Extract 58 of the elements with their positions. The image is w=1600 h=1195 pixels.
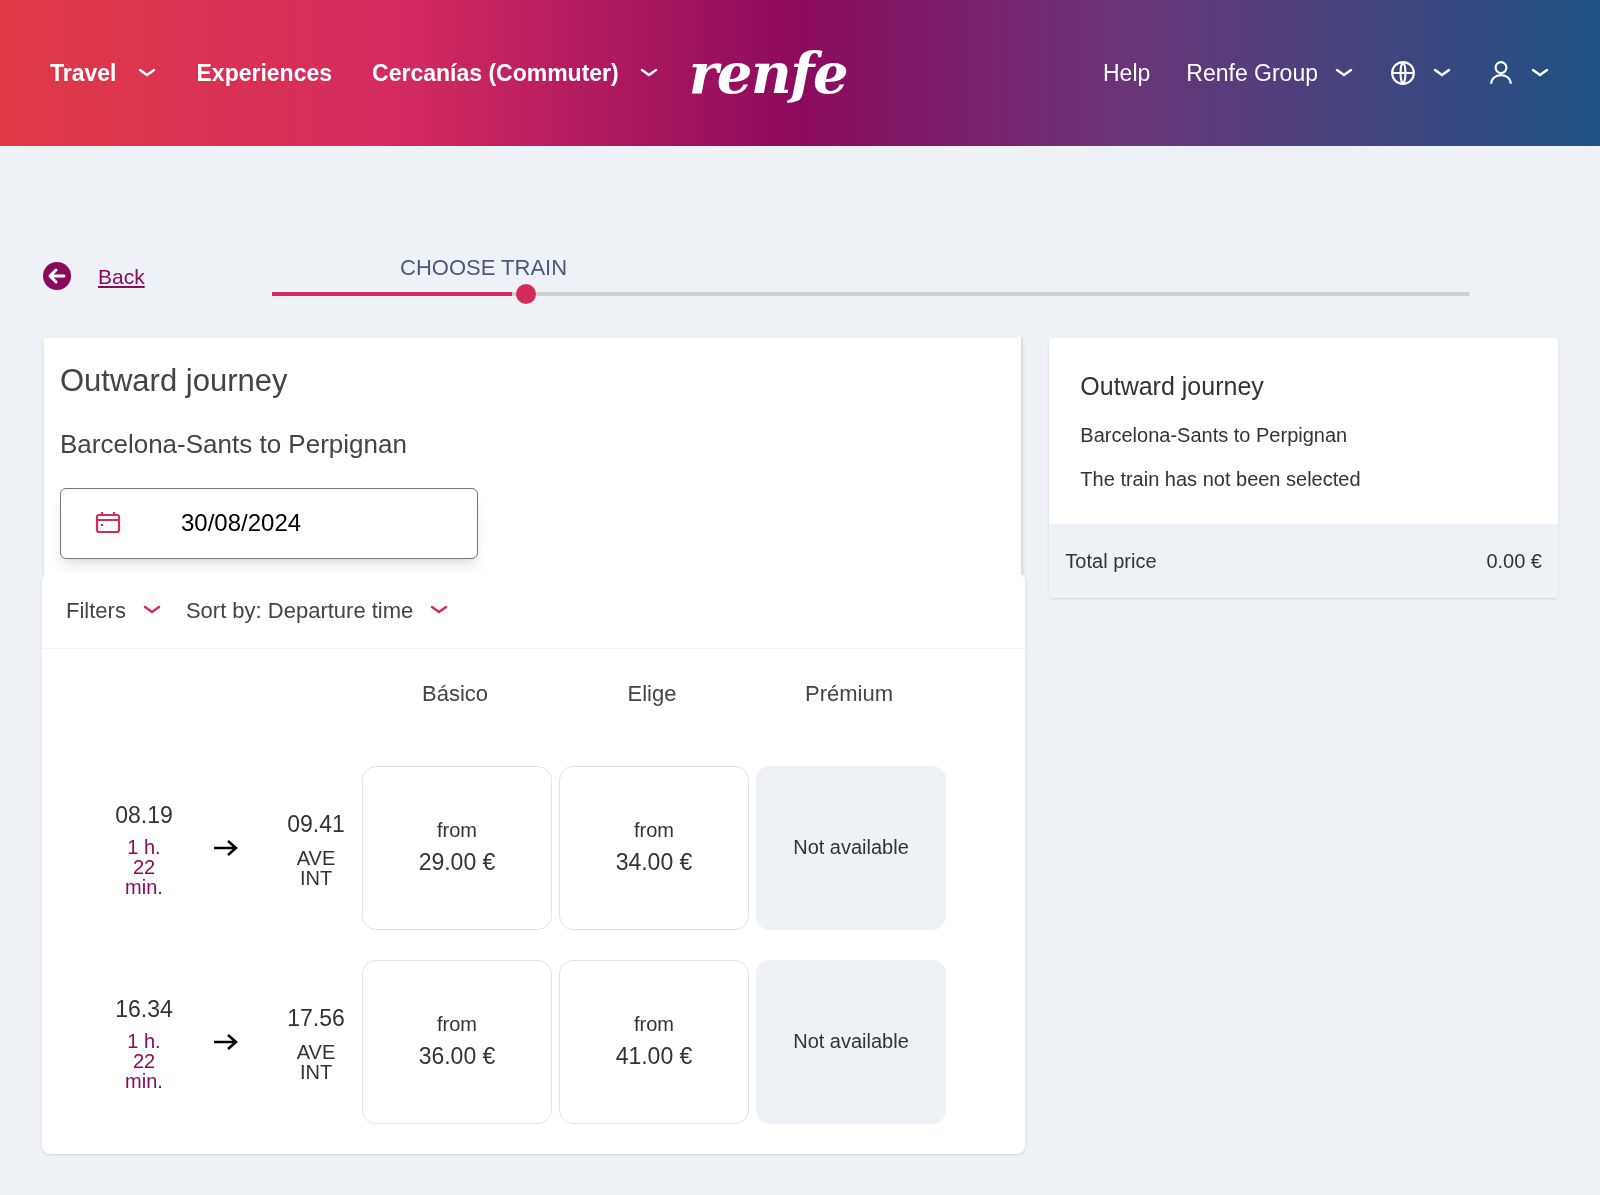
fare-price: 41.00 €: [615, 1042, 693, 1072]
fare-column-header: Prémium: [804, 679, 894, 708]
fare-option[interactable]: from 34.00 €: [559, 765, 749, 930]
nav-item[interactable]: [1390, 60, 1452, 86]
fare-column-header: Básico: [420, 679, 489, 708]
duration: 1 h. 22 min.: [124, 836, 164, 897]
chevron-down-icon: [136, 67, 157, 79]
date-value: 30/08/2024: [181, 508, 302, 538]
summary-status: The train has not been selected: [1080, 466, 1362, 492]
fare-option[interactable]: from 36.00 €: [362, 959, 552, 1124]
summary-title: Outward journey: [1080, 371, 1265, 402]
user-icon: [1488, 60, 1514, 86]
fare-unavailable: Not available: [756, 765, 946, 930]
fare-price: 34.00 €: [615, 848, 693, 878]
fare-label: from: [437, 1012, 477, 1038]
filters-dropdown[interactable]: Filters: [66, 593, 162, 627]
total-label: Total price: [1065, 548, 1157, 574]
train-service: AVE INT: [295, 847, 337, 888]
arrival-time: 09.41: [287, 810, 345, 840]
arrival-time: 17.56: [287, 1004, 345, 1034]
fare-label: from: [634, 818, 674, 844]
nav-item[interactable]: Travel: [50, 55, 157, 91]
fare-label: from: [437, 818, 477, 844]
chevron-down-icon: [1530, 67, 1550, 79]
summary-route: Barcelona-Sants to Perpignan: [1080, 422, 1349, 448]
departure-time: 16.34: [115, 995, 173, 1025]
arrow-right-icon: [212, 1031, 240, 1052]
chevron-down-icon: [1334, 67, 1354, 79]
fare-label: from: [634, 1012, 674, 1038]
chevron-down-icon: [429, 604, 450, 616]
nav-item[interactable]: Experiences: [196, 55, 333, 91]
calendar-icon: [95, 511, 121, 535]
chevron-down-icon: [141, 604, 162, 616]
fare-option[interactable]: from 41.00 €: [559, 959, 749, 1124]
fare-unavailable: Not available: [756, 959, 946, 1124]
globe-icon: [1390, 60, 1416, 86]
fare-option[interactable]: from 29.00 €: [362, 765, 552, 930]
journey-title: Outward journey: [60, 362, 289, 400]
date-field[interactable]: 30/08/2024: [60, 487, 478, 559]
chevron-down-icon: [638, 67, 659, 79]
sort-dropdown[interactable]: Sort by: Departure time: [185, 593, 450, 627]
total-price: 0.00 €: [1486, 548, 1542, 574]
departure-time: 08.19: [115, 801, 173, 831]
logo[interactable]: renfe: [688, 45, 848, 101]
nav-item[interactable]: Cercanías (Commuter): [372, 55, 659, 91]
fare-price: 36.00 €: [418, 1042, 496, 1072]
fare-price: 29.00 €: [418, 848, 496, 878]
nav-item[interactable]: [1488, 60, 1550, 86]
fare-column-header: Elige: [626, 679, 678, 708]
arrow-right-icon: [212, 837, 240, 858]
step-label: CHOOSE TRAIN: [400, 254, 569, 282]
back-link[interactable]: Back: [42, 260, 272, 296]
journey-route: Barcelona-Sants to Perpignan: [60, 427, 408, 461]
train-service: AVE INT: [295, 1041, 337, 1082]
duration: 1 h. 22 min.: [124, 1030, 164, 1091]
chevron-down-icon: [1432, 67, 1452, 79]
nav-item[interactable]: Renfe Group: [1186, 55, 1354, 91]
nav-item[interactable]: Help: [1103, 55, 1151, 91]
